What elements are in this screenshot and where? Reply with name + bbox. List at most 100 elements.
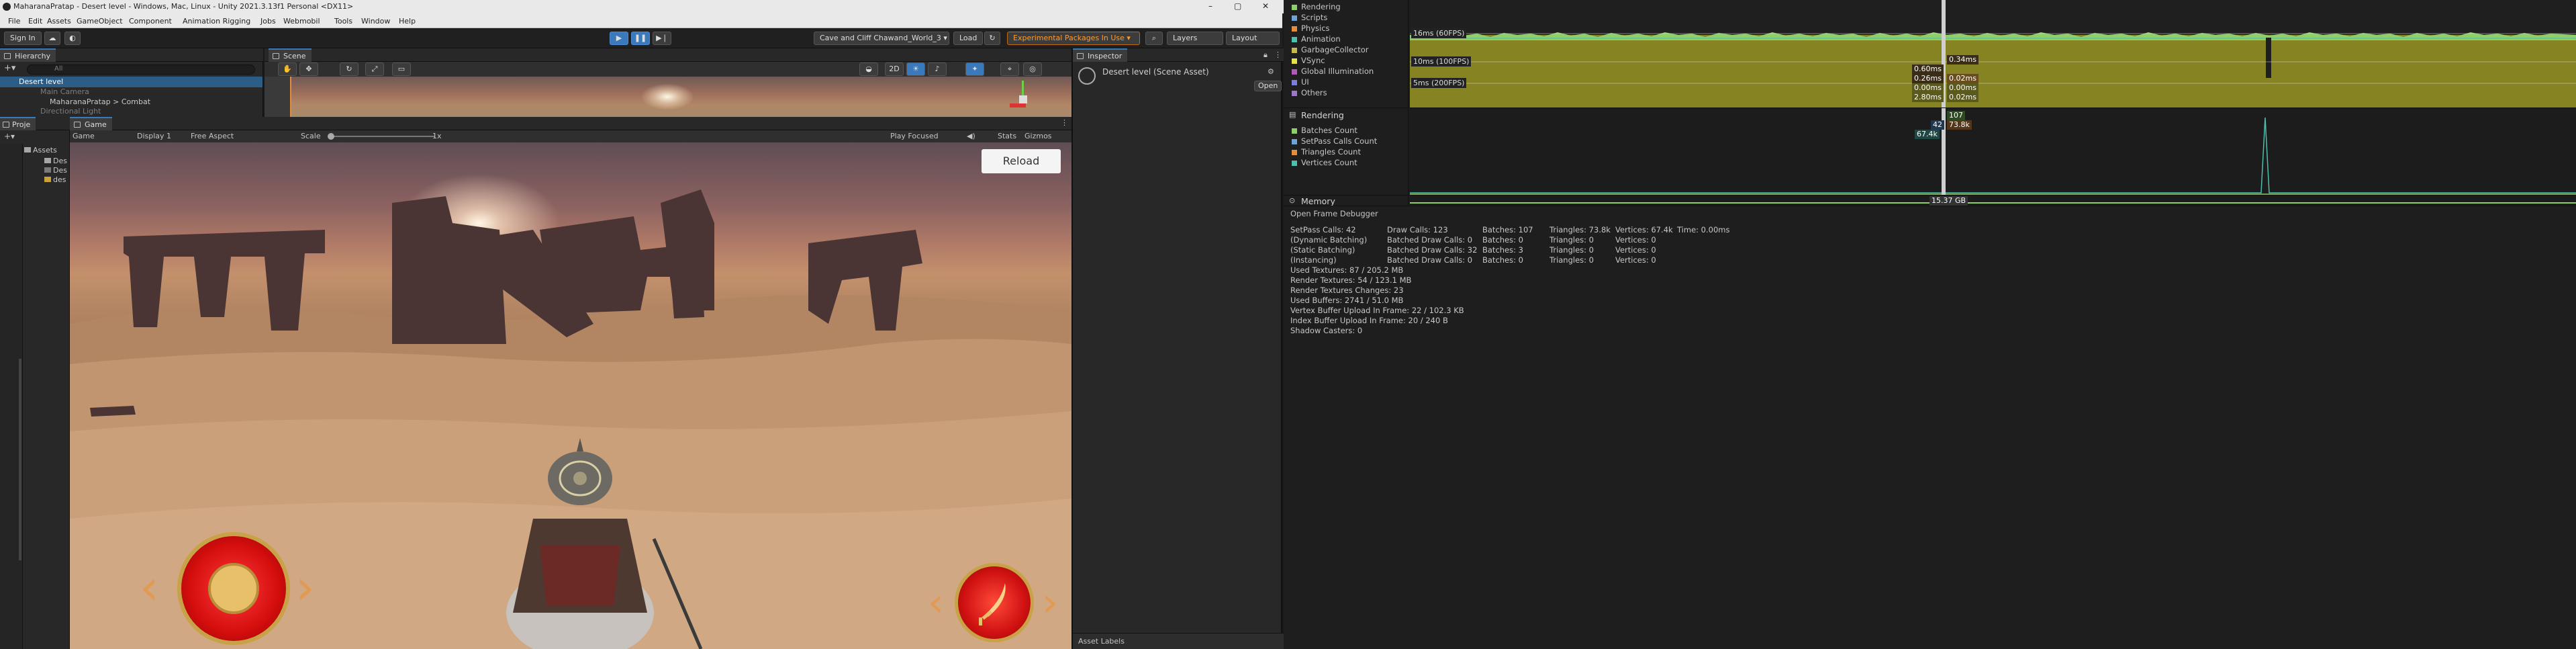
gizmos-toggle-icon[interactable]: ◎: [1023, 62, 1042, 76]
open-button[interactable]: Open: [1254, 81, 1282, 91]
menu-gameobject[interactable]: GameObject: [77, 17, 123, 26]
menu-component[interactable]: Component: [129, 17, 172, 26]
shading-mode-icon[interactable]: ◒: [859, 62, 878, 76]
project-add-icon[interactable]: +▾: [4, 132, 15, 141]
move-tool-icon[interactable]: ✥: [299, 62, 318, 76]
experimental-packages-dropdown[interactable]: Experimental Packages In Use ▾: [1007, 32, 1140, 45]
effects-toggle-icon[interactable]: ✦: [965, 62, 984, 76]
legend-swatch: [1292, 26, 1297, 32]
cpu-legend-others[interactable]: Others: [1292, 87, 1327, 98]
maximize-icon[interactable]: ▢: [1234, 1, 1241, 11]
menu-tools[interactable]: Tools: [334, 17, 352, 26]
cpu-legend-ui[interactable]: UI: [1292, 77, 1309, 87]
play-button[interactable]: ▶: [610, 32, 628, 45]
orientation-gizmo-icon[interactable]: [1010, 78, 1037, 115]
menu-help[interactable]: Help: [399, 17, 416, 26]
tab-scene[interactable]: Scene: [269, 48, 312, 62]
game-viewport[interactable]: Reload ‹ › ‹ ›: [70, 142, 1071, 649]
settings-gear-icon[interactable]: ⚙: [1268, 67, 1274, 76]
aspect-dropdown[interactable]: Free Aspect: [191, 132, 234, 140]
menu-animation-rigging[interactable]: Animation Rigging: [183, 17, 250, 26]
attack-button[interactable]: [955, 563, 1034, 642]
menu-jobs[interactable]: Jobs: [260, 17, 276, 26]
cpu-legend-global-illumination[interactable]: Global Illumination: [1292, 66, 1374, 77]
menu-window[interactable]: Window: [361, 17, 390, 26]
layout-dropdown[interactable]: Layout: [1226, 32, 1280, 45]
rendering-legend-batches[interactable]: Batches Count: [1292, 125, 1357, 136]
collab-icon[interactable]: ◐: [64, 32, 81, 45]
menu-webmobil[interactable]: Webmobil: [283, 17, 320, 26]
rendering-legend-setpass[interactable]: SetPass Calls Count: [1292, 136, 1377, 146]
tab-inspector[interactable]: Inspector: [1073, 48, 1128, 62]
rotate-tool-icon[interactable]: ↻: [340, 62, 359, 76]
load-button[interactable]: Load: [953, 32, 984, 45]
cpu-value-left: 2.80ms: [1912, 93, 1944, 102]
add-icon[interactable]: +▾: [4, 63, 15, 73]
cpu-legend-scripts[interactable]: Scripts: [1292, 12, 1327, 23]
legend-swatch: [1292, 4, 1297, 10]
hierarchy-item[interactable]: Main Camera: [40, 87, 89, 97]
tab-project[interactable]: Proje: [0, 117, 36, 130]
rendering-module-header[interactable]: ▤ Rendering: [1284, 107, 1409, 121]
sign-in-button[interactable]: Sign In: [4, 32, 42, 45]
step-button[interactable]: ▶❘: [653, 32, 671, 45]
cpu-value-right: 0.02ms: [1947, 93, 1978, 102]
2d-toggle-icon[interactable]: 2D: [885, 62, 904, 76]
cpu-usage-chart[interactable]: 16ms (60FPS) 10ms (100FPS) 5ms (200FPS) …: [1410, 0, 2576, 107]
pause-button[interactable]: ❚❚: [631, 32, 650, 45]
rect-tool-icon[interactable]: ▭: [392, 62, 411, 76]
project-folder-assets[interactable]: Assets: [24, 145, 57, 156]
cloud-icon[interactable]: ☁: [44, 32, 60, 45]
panel-menu-icon[interactable]: ⋮: [1274, 50, 1282, 59]
layers-dropdown[interactable]: Layers: [1167, 32, 1223, 45]
menu-edit[interactable]: Edit: [28, 17, 42, 26]
close-icon[interactable]: ✕: [1262, 1, 1269, 11]
joystick-knob[interactable]: [208, 563, 259, 614]
search-icon[interactable]: ⌕: [1145, 32, 1163, 45]
tab-hierarchy[interactable]: Hierarchy: [0, 48, 56, 62]
cpu-legend-vsync[interactable]: VSync: [1292, 55, 1325, 66]
cpu-value-left: 0.00ms: [1912, 83, 1944, 93]
left-joystick[interactable]: [177, 532, 290, 645]
cpu-legend-garbagecollector[interactable]: GarbageCollector: [1292, 44, 1369, 55]
hierarchy-item[interactable]: Desert level: [0, 77, 263, 87]
cpu-legend-animation[interactable]: Animation: [1292, 34, 1341, 44]
rendering-chart[interactable]: 107 42 73.8k 67.4k: [1410, 107, 2576, 195]
hand-tool-icon[interactable]: ✋: [278, 62, 297, 76]
scale-slider[interactable]: [328, 133, 435, 140]
stats-toggle[interactable]: Stats: [998, 132, 1016, 140]
mute-audio-icon[interactable]: ◀): [967, 132, 975, 140]
hierarchy-search-input[interactable]: All: [27, 64, 255, 75]
hierarchy-item[interactable]: Directional Light: [40, 106, 101, 117]
cpu-value-right: 0.34ms: [1947, 55, 1978, 64]
game-view-dropdown[interactable]: Game: [73, 132, 95, 140]
scale-tool-icon[interactable]: ⤢: [365, 62, 384, 76]
memory-chart[interactable]: 15.37 GB: [1410, 195, 2576, 206]
tab-game[interactable]: Game: [70, 117, 112, 130]
minimize-icon[interactable]: –: [1208, 1, 1212, 11]
lighting-toggle-icon[interactable]: ☀: [906, 62, 925, 76]
stat-cell: (Dynamic Batching): [1290, 235, 1368, 245]
legend-swatch: [1292, 79, 1297, 85]
play-mode-dropdown[interactable]: Play Focused: [890, 132, 939, 140]
project-item[interactable]: des: [44, 175, 66, 185]
cpu-legend-physics[interactable]: Physics: [1292, 23, 1330, 34]
camera-settings-icon[interactable]: ⌖: [1000, 62, 1019, 76]
display-dropdown[interactable]: Display 1: [137, 132, 171, 140]
scene-dropdown[interactable]: Cave and Cliff Chawand_World_3 ▾: [814, 32, 949, 45]
menu-assets[interactable]: Assets: [47, 17, 71, 26]
menu-file[interactable]: File: [8, 17, 20, 26]
gizmos-dropdown[interactable]: Gizmos: [1024, 132, 1052, 140]
lock-icon[interactable]: 🔒︎: [1263, 50, 1268, 60]
project-scrollbar[interactable]: [19, 359, 21, 560]
memory-module-header[interactable]: ⊙ Memory: [1284, 195, 1409, 206]
cpu-legend-rendering[interactable]: Rendering: [1292, 1, 1341, 12]
refresh-icon[interactable]: ↻: [984, 32, 1000, 45]
scene-viewport[interactable]: [265, 77, 1071, 117]
audio-toggle-icon[interactable]: ♪: [928, 62, 947, 76]
panel-menu-icon[interactable]: ⋮: [1061, 118, 1068, 127]
rendering-legend-vertices[interactable]: Vertices Count: [1292, 157, 1357, 168]
open-frame-debugger-button[interactable]: Open Frame Debugger: [1290, 209, 1378, 218]
rendering-legend-triangles[interactable]: Triangles Count: [1292, 146, 1361, 157]
reload-button[interactable]: Reload: [982, 149, 1061, 173]
